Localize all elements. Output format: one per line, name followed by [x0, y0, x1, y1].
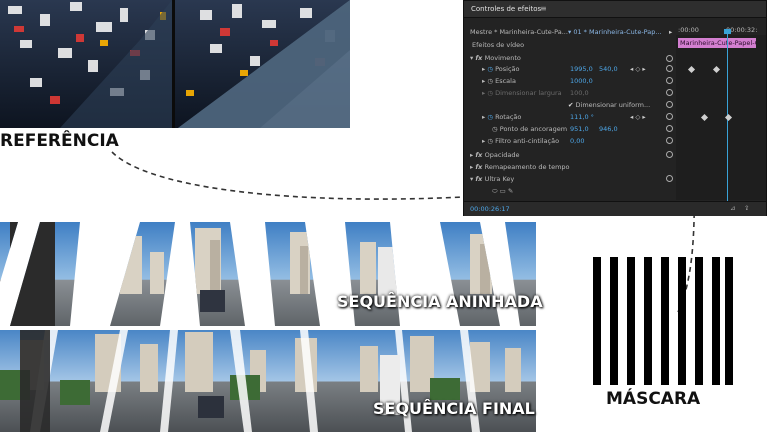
- mask-bar: [725, 257, 733, 385]
- mask-tools: ⬭ ▭ ✎: [492, 185, 513, 197]
- reset-icon[interactable]: [666, 101, 673, 108]
- checkbox-checked-icon[interactable]: ✔: [568, 101, 576, 109]
- stopwatch-icon: ◷: [487, 89, 496, 97]
- sequence-clip-label: 01 * Marinheira-Cute-Pap...: [573, 28, 662, 36]
- section-video-effects: Efeitos de vídeo: [472, 41, 525, 49]
- ancoragem-row: ◷ Ponto de ancoragem: [492, 123, 567, 135]
- escala-label: Escala: [495, 77, 516, 85]
- fx-icon: fx: [475, 151, 485, 159]
- reset-icon[interactable]: [666, 77, 673, 84]
- ultra-key-label: Ultra Key: [484, 175, 515, 183]
- escala-largura-value: 100,0: [570, 89, 589, 97]
- stopwatch-icon[interactable]: ◷: [487, 137, 495, 145]
- connector-ref-panel: [111, 151, 464, 200]
- timeline-area[interactable]: [676, 35, 766, 200]
- fx-icon: fx: [475, 175, 485, 183]
- filter-icon[interactable]: ⊿: [730, 204, 735, 212]
- posicao-x-value[interactable]: 1995,0: [570, 63, 593, 75]
- movimento-label: Movimento: [484, 54, 521, 62]
- rectangle-mask-icon[interactable]: ▭: [500, 187, 508, 195]
- rotacao-label: Rotação: [495, 113, 522, 121]
- effects-controls-panel: Controles de efeitos ≡ Mestre * Marinhei…: [463, 0, 767, 216]
- filtro-label: Filtro anti-cintilação: [495, 137, 560, 145]
- escala-largura-label: Dimensionar largura: [495, 89, 562, 97]
- ancoragem-x-value[interactable]: 951,0: [570, 123, 589, 135]
- mask-bar: [627, 257, 635, 385]
- ancoragem-label: Ponto de ancoragem: [499, 125, 568, 133]
- reset-icon[interactable]: [666, 175, 673, 182]
- reset-icon[interactable]: [666, 113, 673, 120]
- panel-header: Controles de efeitos ≡: [464, 1, 766, 18]
- opacidade-label: Opacidade: [484, 151, 520, 159]
- sequence-clip-tab[interactable]: ▾ 01 * Marinheira-Cute-Pap...: [568, 26, 662, 38]
- chevron-right-icon[interactable]: ▸: [669, 26, 672, 38]
- filtro-row: ▸ ◷ Filtro anti-cintilação: [482, 135, 559, 147]
- sequencia-aninhada-label: SEQUÊNCIA ANINHADA: [337, 292, 543, 311]
- remapeamento-row[interactable]: ▸ fx Remapeamento de tempo: [470, 161, 570, 173]
- stopwatch-icon[interactable]: ◷: [487, 77, 495, 85]
- reset-icon[interactable]: [666, 151, 673, 158]
- ultra-key-row[interactable]: ▾ fx Ultra Key: [470, 173, 514, 185]
- keyframe-nav[interactable]: ◂ ◇ ▸: [630, 111, 646, 123]
- timecode[interactable]: 00:00:26:17: [470, 205, 510, 213]
- timeline-clip-bar[interactable]: Marinheira-Cute-Papel-O: [678, 38, 756, 48]
- posicao-y-value[interactable]: 540,0: [599, 63, 618, 75]
- remapeamento-label: Remapeamento de tempo: [484, 163, 570, 171]
- escala-value[interactable]: 1000,0: [570, 75, 593, 87]
- export-icon[interactable]: ⇪: [744, 204, 749, 212]
- panel-title: Controles de efeitos: [471, 5, 542, 13]
- mask-bar: [610, 257, 618, 385]
- mask-bar: [661, 257, 669, 385]
- rotacao-value[interactable]: 111,0 °: [570, 111, 594, 123]
- mask-bar: [593, 257, 601, 385]
- stopwatch-icon[interactable]: ◷: [492, 125, 500, 133]
- fx-icon: fx: [475, 163, 485, 171]
- mask-bar: [712, 257, 720, 385]
- mascara-label: MÁSCARA: [606, 389, 701, 409]
- ancoragem-y-value[interactable]: 946,0: [599, 123, 618, 135]
- uniforme-label: Dimensionar uniform...: [575, 101, 651, 109]
- escala-row: ▸ ◷ Escala: [482, 75, 516, 87]
- mask-bar: [678, 257, 686, 385]
- pen-mask-icon[interactable]: ✎: [508, 187, 513, 195]
- ellipse-mask-icon[interactable]: ⬭: [492, 187, 500, 195]
- uniforme-checkbox-row[interactable]: ✔ Dimensionar uniform...: [568, 99, 650, 111]
- posicao-row: ▸ ◷ Posição: [482, 63, 520, 75]
- filtro-value[interactable]: 0,00: [570, 135, 584, 147]
- opacidade-row[interactable]: ▸ fx Opacidade: [470, 149, 519, 161]
- playhead-handle[interactable]: [724, 29, 731, 34]
- mask-bar: [644, 257, 652, 385]
- keyframe-nav[interactable]: ◂ ◇ ▸: [630, 63, 646, 75]
- panel-menu-icon[interactable]: ≡: [540, 4, 547, 13]
- reset-icon[interactable]: [666, 89, 673, 96]
- reset-icon[interactable]: [666, 55, 673, 62]
- fx-icon: fx: [475, 54, 485, 62]
- escala-largura-row: ▸ ◷ Dimensionar largura: [482, 87, 562, 99]
- reset-icon[interactable]: [666, 65, 673, 72]
- sequencia-final-label: SEQUÊNCIA FINAL: [373, 399, 535, 418]
- mask-bar: [695, 257, 703, 385]
- reset-icon[interactable]: [666, 125, 673, 132]
- reset-icon[interactable]: [666, 137, 673, 144]
- stopwatch-icon[interactable]: ◷: [487, 113, 495, 121]
- stopwatch-icon[interactable]: ◷: [487, 65, 495, 73]
- mascara-image: [593, 257, 733, 385]
- master-clip-label[interactable]: Mestre * Marinheira-Cute-Pa...: [470, 26, 568, 38]
- panel-footer: 00:00:26:17 ⊿ ⇪: [464, 201, 766, 216]
- posicao-label: Posição: [495, 65, 520, 73]
- rotacao-row: ▸ ◷ Rotação: [482, 111, 521, 123]
